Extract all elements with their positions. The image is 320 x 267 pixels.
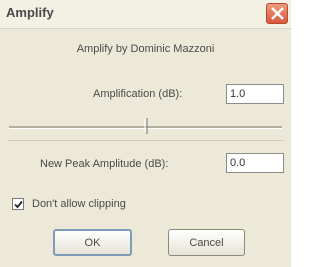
clipping-checkbox[interactable] [12,198,24,210]
cancel-button[interactable]: Cancel [168,229,245,256]
ok-button-label: OK [84,236,101,249]
window-title: Amplify [6,5,54,20]
new-peak-label: New Peak Amplitude (dB): [40,158,169,170]
clipping-label: Don't allow clipping [32,198,126,210]
close-button[interactable] [266,3,288,24]
cancel-button-label: Cancel [189,236,224,249]
title-bar: Amplify [0,0,291,29]
close-icon [271,7,284,20]
amplification-input[interactable] [226,84,284,104]
ok-button[interactable]: OK [53,229,132,256]
new-peak-input[interactable] [226,153,284,173]
amplification-label: Amplification (dB): [93,88,183,100]
check-icon [14,200,23,209]
amplification-slider-thumb[interactable] [144,118,150,134]
amplify-dialog: Amplify Amplify by Dominic Mazzoni Ampli… [0,0,291,267]
plugin-credit: Amplify by Dominic Mazzoni [76,43,215,55]
divider [8,140,284,141]
